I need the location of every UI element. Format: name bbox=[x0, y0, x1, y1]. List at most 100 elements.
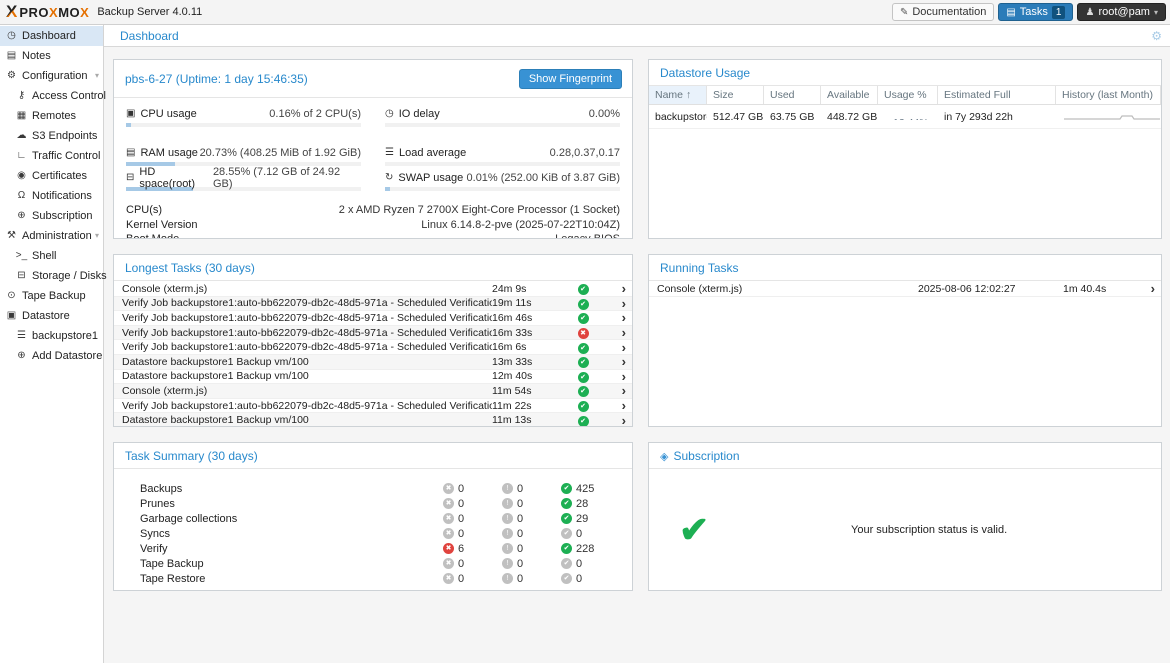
collapse-arrow-icon[interactable]: ▾ bbox=[95, 226, 99, 246]
sidebar-item-tape-backup[interactable]: ⊙Tape Backup bbox=[0, 286, 103, 306]
task-row[interactable]: Datastore backupstore1 Backup vm/10012m … bbox=[114, 370, 632, 385]
show-fingerprint-button[interactable]: Show Fingerprint bbox=[519, 69, 622, 89]
cpu-usage-metric: ▣CPU usage0.16% of 2 CPU(s) bbox=[126, 106, 361, 127]
chevron-right-icon[interactable]: › bbox=[604, 282, 626, 295]
ok-cell: ✔29 bbox=[561, 513, 620, 525]
status-ok-icon: ✔ bbox=[562, 370, 604, 383]
task-type-label: Tape Backup bbox=[140, 558, 443, 570]
host-panel-header: pbs-6-27 (Uptime: 1 day 15:46:35) Show F… bbox=[114, 60, 632, 98]
tasks-button[interactable]: ▤ Tasks 1 bbox=[998, 3, 1073, 21]
metric-label: IO delay bbox=[399, 108, 440, 120]
chevron-right-icon[interactable]: › bbox=[604, 297, 626, 310]
sidebar-nav: ◷Dashboard▤Notes⚙Configuration▾⚷Access C… bbox=[0, 25, 104, 663]
chevron-right-icon[interactable]: › bbox=[604, 311, 626, 324]
status-ok-icon: ✔ bbox=[562, 341, 604, 354]
count-value: 0 bbox=[517, 573, 523, 585]
sidebar-item-subscription[interactable]: ⊕Subscription bbox=[0, 206, 103, 226]
count-value: 0 bbox=[517, 483, 523, 495]
count-value: 0 bbox=[458, 528, 464, 540]
task-summary-row[interactable]: Tape Restore✖0!0✔0 bbox=[140, 571, 620, 586]
datastore-name: backupstore1 bbox=[649, 108, 707, 126]
chevron-right-icon[interactable]: › bbox=[1133, 282, 1155, 295]
task-name: Console (xterm.js) bbox=[122, 385, 492, 397]
column-header-used[interactable]: Used bbox=[764, 86, 821, 104]
error-count-icon: ✖ bbox=[443, 528, 454, 539]
column-header-available[interactable]: Available bbox=[821, 86, 878, 104]
chevron-right-icon[interactable]: › bbox=[604, 370, 626, 383]
task-name: Datastore backupstore1 Backup vm/100 bbox=[122, 414, 492, 426]
sidebar-item-certificates[interactable]: ◉Certificates bbox=[0, 166, 103, 186]
count-value: 0 bbox=[517, 528, 523, 540]
datastore-row[interactable]: backupstore1512.47 GB63.75 GB448.72 GB12… bbox=[649, 105, 1161, 129]
sidebar-item-traffic-control[interactable]: ∟Traffic Control bbox=[0, 146, 103, 166]
task-summary-row[interactable]: Prunes✖0!0✔28 bbox=[140, 496, 620, 511]
subscription-panel: ◈ Subscription ✔ Your subscription statu… bbox=[648, 442, 1162, 591]
chevron-right-icon[interactable]: › bbox=[604, 326, 626, 339]
chevron-right-icon[interactable]: › bbox=[604, 355, 626, 368]
sidebar-item-label: backupstore1 bbox=[32, 326, 98, 346]
error-count-icon: ✖ bbox=[443, 513, 454, 524]
task-row[interactable]: Console (xterm.js)24m 9s✔› bbox=[114, 282, 632, 297]
running-tasks-title: Running Tasks bbox=[660, 261, 739, 275]
task-duration: 16m 46s bbox=[492, 312, 562, 324]
sidebar-item-datastore[interactable]: ▣Datastore bbox=[0, 306, 103, 326]
task-row[interactable]: Verify Job backupstore1:auto-bb622079-db… bbox=[114, 399, 632, 414]
dashboard-settings-gear-icon[interactable]: ⚙ bbox=[1151, 29, 1162, 43]
status-ok-icon: ✔ bbox=[562, 384, 604, 397]
column-header-history[interactable]: History (last Month) bbox=[1056, 86, 1161, 104]
sidebar-item-dashboard[interactable]: ◷Dashboard bbox=[0, 26, 103, 46]
status-ok-icon: ✔ bbox=[562, 355, 604, 368]
sidebar-item-notifications[interactable]: ΩNotifications bbox=[0, 186, 103, 206]
task-row[interactable]: Verify Job backupstore1:auto-bb622079-db… bbox=[114, 311, 632, 326]
column-header-usage[interactable]: Usage % bbox=[878, 86, 938, 104]
task-row[interactable]: Verify Job backupstore1:auto-bb622079-db… bbox=[114, 326, 632, 341]
task-summary-row[interactable]: Backups✖0!0✔425 bbox=[140, 481, 620, 496]
column-header-size[interactable]: Size bbox=[707, 86, 764, 104]
sidebar-item-remotes[interactable]: ▦Remotes bbox=[0, 106, 103, 126]
sidebar-item-s3-endpoints[interactable]: ☁S3 Endpoints bbox=[0, 126, 103, 146]
sidebar-item-shell[interactable]: >_Shell bbox=[0, 246, 103, 266]
running-task-row[interactable]: Console (xterm.js)2025-08-06 12:02:271m … bbox=[649, 282, 1161, 297]
chevron-right-icon[interactable]: › bbox=[604, 341, 626, 354]
ok-count-icon: ✔ bbox=[561, 573, 572, 584]
user-menu-button[interactable]: ♟ root@pam ▾ bbox=[1077, 3, 1166, 21]
column-header-name[interactable]: Name ↑ bbox=[649, 86, 707, 104]
task-row[interactable]: Console (xterm.js)11m 54s✔› bbox=[114, 384, 632, 399]
ok-cell: ✔228 bbox=[561, 543, 620, 555]
documentation-button[interactable]: ✎ Documentation bbox=[892, 3, 994, 21]
hdd-icon: ⊟ bbox=[15, 266, 28, 286]
column-header-estimated-full[interactable]: Estimated Full bbox=[938, 86, 1056, 104]
sidebar-item-access-control[interactable]: ⚷Access Control bbox=[0, 86, 103, 106]
running-tasks-header: Running Tasks bbox=[649, 255, 1161, 281]
datastore-usage-title: Datastore Usage bbox=[660, 66, 750, 80]
task-summary-row[interactable]: Tape Backup✖0!0✔0 bbox=[140, 556, 620, 571]
chevron-right-icon[interactable]: › bbox=[604, 399, 626, 412]
task-summary-row[interactable]: Garbage collections✖0!0✔29 bbox=[140, 511, 620, 526]
sidebar-item-configuration[interactable]: ⚙Configuration▾ bbox=[0, 66, 103, 86]
datastore-building-icon: ▣ bbox=[5, 306, 18, 326]
task-row[interactable]: Datastore backupstore1 Backup vm/10011m … bbox=[114, 413, 632, 427]
sidebar-item-add-datastore[interactable]: ⊕Add Datastore bbox=[0, 346, 103, 366]
ok-cell: ✔28 bbox=[561, 498, 620, 510]
dashboard-icon: ◷ bbox=[5, 26, 18, 46]
task-name: Verify Job backupstore1:auto-bb622079-db… bbox=[122, 297, 492, 309]
task-summary-row[interactable]: Syncs✖0!0✔0 bbox=[140, 526, 620, 541]
sidebar-item-notes[interactable]: ▤Notes bbox=[0, 46, 103, 66]
task-row[interactable]: Verify Job backupstore1:auto-bb622079-db… bbox=[114, 340, 632, 355]
sidebar-item-backupstore1[interactable]: ☰backupstore1 bbox=[0, 326, 103, 346]
longest-tasks-panel: Longest Tasks (30 days) Console (xterm.j… bbox=[113, 254, 633, 427]
task-row[interactable]: Datastore backupstore1 Backup vm/10013m … bbox=[114, 355, 632, 370]
count-value: 0 bbox=[458, 573, 464, 585]
refresh-icon: ↻ bbox=[385, 172, 393, 183]
ok-cell: ✔0 bbox=[561, 558, 620, 570]
datastore-size: 512.47 GB bbox=[707, 108, 764, 126]
warning-count-icon: ! bbox=[502, 483, 513, 494]
chevron-right-icon[interactable]: › bbox=[604, 414, 626, 427]
task-summary-row[interactable]: Verify✖6!0✔228 bbox=[140, 541, 620, 556]
info-label: CPU(s) bbox=[126, 204, 162, 216]
sidebar-item-administration[interactable]: ⚒Administration▾ bbox=[0, 226, 103, 246]
sidebar-item-storage-disks[interactable]: ⊟Storage / Disks bbox=[0, 266, 103, 286]
task-row[interactable]: Verify Job backupstore1:auto-bb622079-db… bbox=[114, 297, 632, 312]
collapse-arrow-icon[interactable]: ▾ bbox=[95, 66, 99, 86]
chevron-right-icon[interactable]: › bbox=[604, 384, 626, 397]
